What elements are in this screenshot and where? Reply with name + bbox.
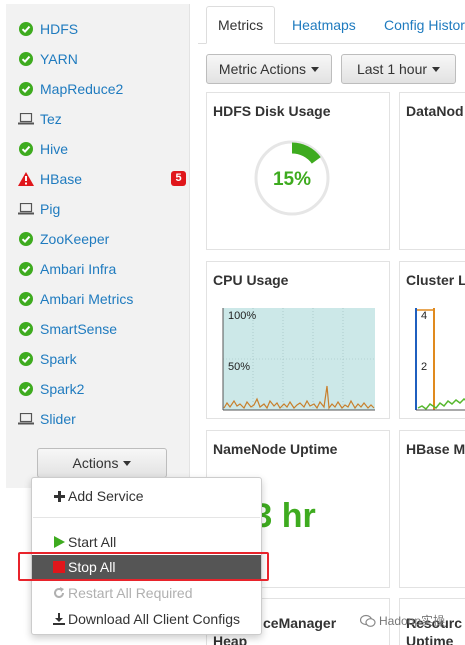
laptop-icon [16, 113, 36, 125]
alert-count-badge[interactable]: 5 [171, 171, 186, 186]
start-all-label: Start All [68, 534, 117, 550]
cluster-series-green [417, 398, 465, 411]
gauge-fill [291, 142, 321, 164]
check-circle-icon [16, 322, 36, 336]
time-range-button[interactable]: Last 1 hour [341, 54, 456, 84]
service-name: Ambari Metrics [40, 291, 134, 307]
service-name: HDFS [40, 21, 79, 37]
check-circle-icon [16, 292, 36, 306]
service-tabs: Metrics Heatmaps Config Histor [198, 0, 465, 44]
wechat-icon [360, 614, 376, 627]
time-range-label: Last 1 hour [356, 61, 428, 77]
service-name: Hive [40, 141, 69, 157]
download-client-configs-menu-item[interactable]: Download All Client Configs [32, 607, 261, 631]
service-name: Spark2 [40, 381, 85, 397]
widget-subtitle: Uptime [406, 633, 454, 645]
metric-actions-label: Metric Actions [218, 61, 307, 77]
sidebar-item-spark2[interactable]: Spark2 [6, 374, 190, 404]
check-circle-icon [16, 352, 36, 366]
service-name: MapReduce2 [40, 81, 124, 97]
watermark-text: Hadoop实操 [379, 614, 446, 628]
check-circle-icon [16, 82, 36, 96]
menu-divider [33, 517, 260, 518]
cluster-label-4: 4 [421, 310, 427, 322]
cpu-label-50: 50% [228, 361, 250, 373]
cpu-usage-widget[interactable]: CPU Usage 100% 50% [206, 261, 390, 419]
sidebar-item-ambari-infra[interactable]: Ambari Infra [6, 254, 190, 284]
hbase-widget[interactable]: HBase M [399, 430, 465, 588]
actions-button-label: Actions [72, 455, 119, 471]
widget-title: DataNod [406, 103, 464, 119]
warning-icon [16, 172, 36, 186]
gauge-value: 15% [273, 169, 311, 190]
service-name: Slider [40, 411, 76, 427]
check-circle-icon [16, 52, 36, 66]
hdfs-disk-gauge: 15% [254, 140, 330, 216]
tab-metrics[interactable]: Metrics [206, 6, 276, 44]
check-circle-icon [16, 262, 36, 276]
laptop-icon [16, 203, 36, 215]
cpu-label-100: 100% [228, 310, 256, 322]
service-name: Spark [40, 351, 77, 367]
restart-all-label: Restart All Required [68, 585, 193, 601]
sidebar-item-pig[interactable]: Pig [6, 194, 190, 224]
caret-down-icon [123, 460, 132, 466]
check-circle-icon [16, 382, 36, 396]
service-name: Pig [40, 201, 61, 217]
sidebar-item-zookeeper[interactable]: ZooKeeper [6, 224, 190, 254]
widget-title: HBase M [406, 441, 465, 457]
download-configs-label: Download All Client Configs [68, 611, 240, 627]
sidebar-item-ambari-metrics[interactable]: Ambari Metrics [6, 284, 190, 314]
stop-all-highlight-box [18, 552, 269, 581]
sidebar-item-hdfs[interactable]: HDFS [6, 14, 190, 44]
restart-all-required-menu-item[interactable]: Restart All Required [32, 581, 261, 605]
check-circle-icon [16, 22, 36, 36]
sidebar-item-spark[interactable]: Spark [6, 344, 190, 374]
download-icon [52, 613, 66, 625]
caret-down-icon [432, 66, 441, 72]
sidebar-item-tez[interactable]: Tez [6, 104, 190, 134]
play-icon [52, 536, 66, 548]
service-name: YARN [40, 51, 78, 67]
watermark: Hadoop实操 [360, 612, 445, 629]
add-service-label: Add Service [68, 488, 144, 504]
sidebar-item-mapreduce2[interactable]: MapReduce2 [6, 74, 190, 104]
service-name: SmartSense [40, 321, 118, 337]
refresh-icon [52, 587, 66, 599]
check-circle-icon [16, 232, 36, 246]
cluster-label-2: 2 [421, 361, 427, 373]
services-sidebar: HDFS YARN MapReduce2 Tez Hive HBase 5 Pig ZooKee… [6, 4, 190, 488]
metric-actions-button[interactable]: Metric Actions [206, 54, 332, 84]
actions-button[interactable]: Actions [37, 448, 167, 478]
start-all-menu-item[interactable]: Start All [32, 530, 261, 554]
sidebar-item-slider[interactable]: Slider [6, 404, 190, 434]
service-name: Ambari Infra [40, 261, 117, 277]
cpu-usage-chart: 100% 50% [222, 308, 375, 411]
laptop-icon [16, 413, 36, 425]
add-service-menu-item[interactable]: Add Service [32, 484, 261, 508]
plus-icon [52, 490, 66, 502]
caret-down-icon [311, 66, 320, 72]
widget-title: ceManager [263, 615, 337, 631]
sidebar-item-yarn[interactable]: YARN [6, 44, 190, 74]
sidebar-item-hbase[interactable]: HBase 5 [6, 164, 190, 194]
tab-heatmaps[interactable]: Heatmaps [292, 6, 356, 44]
widget-title: NameNode Uptime [213, 441, 338, 457]
service-name: Tez [40, 111, 62, 127]
sidebar-item-hive[interactable]: Hive [6, 134, 190, 164]
cluster-load-widget[interactable]: Cluster L 4 2 [399, 261, 465, 419]
datanode-widget[interactable]: DataNod [399, 92, 465, 250]
sidebar-item-smartsense[interactable]: SmartSense [6, 314, 190, 344]
check-circle-icon [16, 142, 36, 156]
cluster-load-chart: 4 2 [415, 308, 465, 411]
hdfs-disk-usage-widget[interactable]: HDFS Disk Usage 15% [206, 92, 390, 250]
tab-config-history[interactable]: Config Histor [384, 6, 465, 44]
service-name: HBase [40, 171, 83, 187]
service-name: ZooKeeper [40, 231, 110, 247]
